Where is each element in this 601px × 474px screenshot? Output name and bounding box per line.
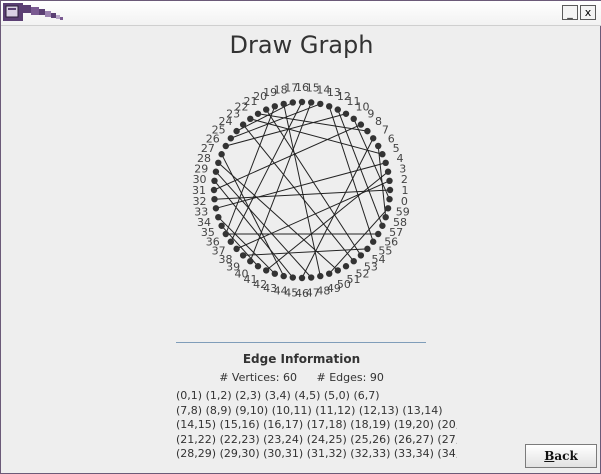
back-button-mnemonic: B [544,449,555,463]
graph-vertex [247,115,254,123]
graph-edge [265,171,389,271]
graph-vertex [342,263,350,270]
graph-vertex [317,100,324,108]
graph-vertex [263,267,270,274]
back-button-label: ack [554,449,578,463]
graph-vertex [307,99,315,106]
graph-vertex [298,274,306,282]
graph-vertex [227,238,235,245]
graph-vertex [218,222,225,229]
edge-count: # Edges: 90 [316,371,384,384]
edge-list-line: (28,29) (29,30) (30,31) (31,32) (32,33) … [176,447,457,460]
graph-vertex [280,272,287,280]
edge-info-heading: Edge Information [242,352,361,366]
graph-vertex [211,177,218,185]
title-bar[interactable]: _ x [1,1,601,26]
graph-vertex [289,99,297,106]
graph-vertex [375,230,382,238]
graph-vertex [222,230,229,238]
graph-edge [217,162,339,271]
page-title: Draw Graph [229,31,374,59]
graph-vertex [307,274,315,281]
edge-list-line: (14,15) (15,16) (16,17) (17,18) (18,19) … [176,418,457,431]
minimize-icon: _ [567,6,573,19]
graph-vertex [325,270,333,277]
graph-vertex [369,238,377,245]
graph-vertex [350,115,357,123]
graph-vertex [357,252,365,259]
graph-vertex [386,195,393,203]
graph-vertex [233,127,240,135]
back-button[interactable]: Back [525,444,597,468]
graph-vertex [334,267,341,274]
graph-edge [249,102,312,262]
graph-vertex [382,159,389,167]
graph-vertex [254,263,262,270]
graph-edge [213,124,362,191]
graph-vertex [271,270,279,277]
graph-vertex [375,142,382,150]
graph-vertex [379,151,386,158]
graph-vertex [289,274,297,281]
title-decoration-icon [23,5,63,20]
graph-vertex [298,98,306,106]
graph-vertex [280,100,287,108]
graph-vertex [357,121,365,128]
graph-vertex [254,110,262,117]
graph-vertex [382,213,389,221]
vertex-label: 8 [375,115,382,128]
graph-vertex [210,186,218,194]
graph-vertex [212,205,220,212]
graph-vertex [325,103,333,110]
graph-vertex [386,186,394,194]
graph-vertex [386,177,393,185]
graph-vertex [215,159,222,167]
graph-vertex [384,168,392,175]
close-icon: x [584,6,592,19]
vertex-label: 7 [382,123,389,136]
graph-counts: # Vertices: 60 # Edges: 90 [1,371,601,384]
edge-list-line: (7,8) (8,9) (9,10) (10,11) (11,12) (12,1… [176,403,443,417]
graph-vertex [233,245,240,253]
vertex-count: # Vertices: 60 [219,371,297,384]
edge-list-line: (0,1) (1,2) (2,3) (3,4) (4,5) (5,0) (6,7… [176,389,380,402]
graph-vertex [317,272,324,280]
close-button[interactable]: x [580,5,596,20]
graph-vertex [218,151,225,158]
application-window: _ x Draw Graph 0 1 2 3 4 5 6 7 8 9 10 11 12 13 14 15 16 1… [0,0,601,474]
graph-edge [283,103,321,277]
graph-vertex [334,106,341,113]
minimize-button[interactable]: _ [562,5,578,20]
graph-vertex [211,195,218,203]
graph-vertex [239,121,247,128]
separator [176,342,426,343]
graph-vertex [384,205,392,212]
graph-canvas: 0123456789101112131415161718192021222324… [192,81,410,300]
graph-vertex [212,168,220,175]
vertex-label: 59 [396,205,410,218]
graph-vertex [364,245,371,253]
graph-vertex [239,252,247,259]
edge-list-line: (21,22) (22,23) (23,24) (24,25) (25,26) … [176,432,457,446]
graph-vertex [342,110,350,117]
app-icon [3,3,23,21]
graph-vertex [369,135,377,142]
graph-vertex [227,135,235,142]
graph-vertex [222,142,229,150]
edge-list: (0,1) (1,2) (2,3) (3,4) (4,5) (5,0) (6,7… [176,389,457,463]
graph-vertex [263,106,270,113]
graph-vertex [247,257,254,265]
graph-vertex [271,103,279,110]
graph-vertex [350,257,357,265]
graph-vertex [364,127,371,135]
graph-vertex [215,213,222,221]
graph-edge [328,106,374,242]
graph-vertex [379,222,386,229]
